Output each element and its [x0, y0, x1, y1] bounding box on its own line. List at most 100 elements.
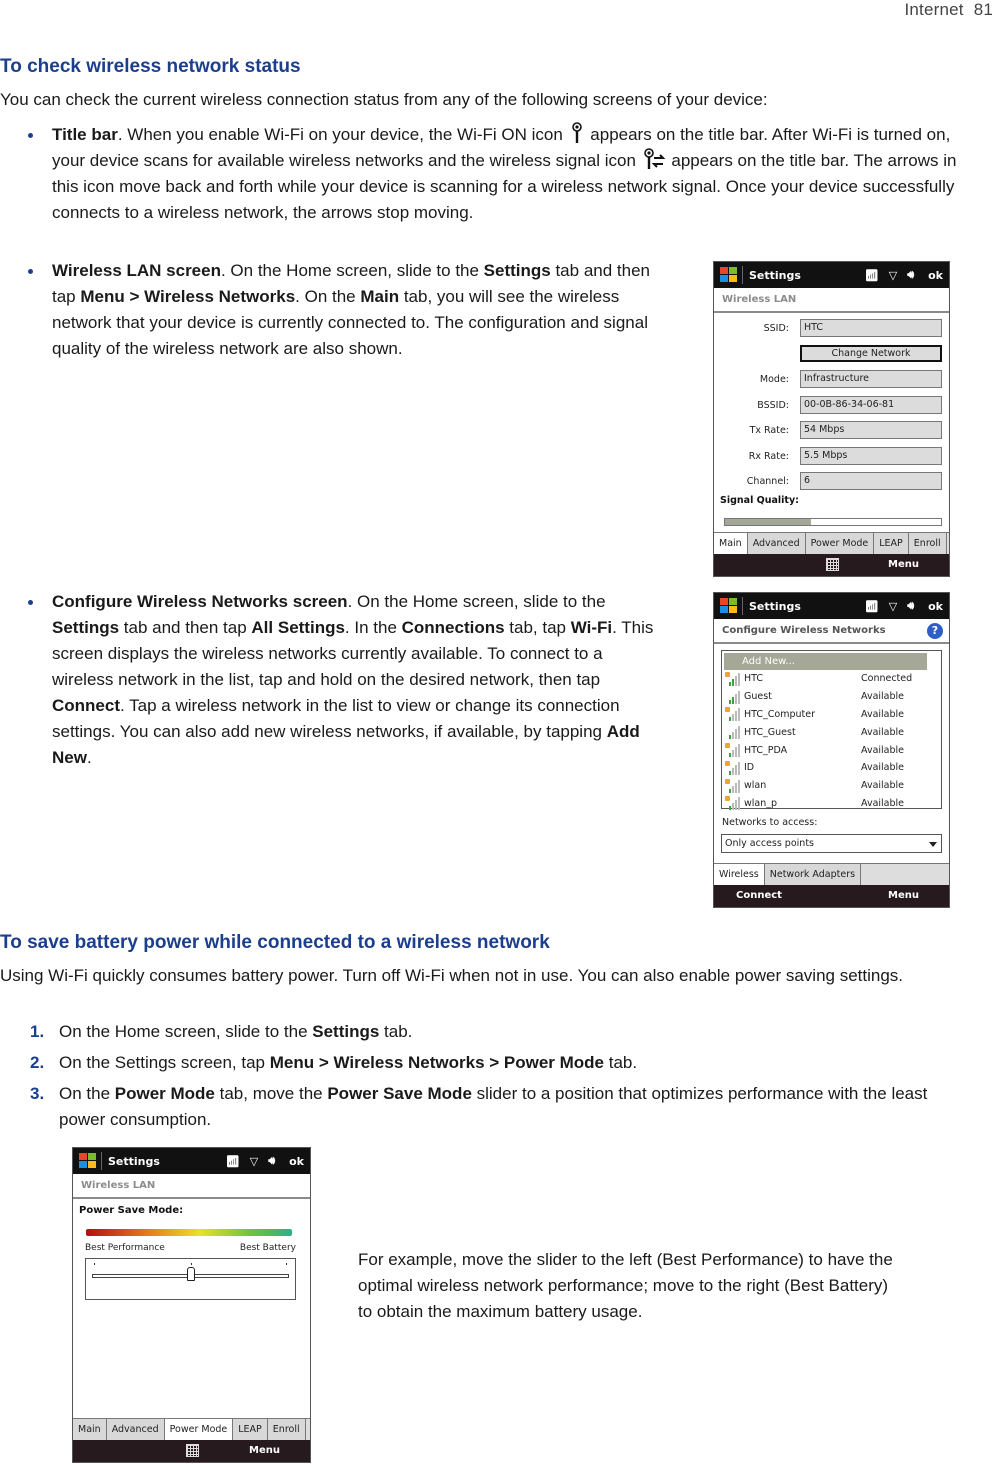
field-value[interactable]: 54 Mbps	[800, 421, 942, 439]
bullet-text: . In the	[344, 618, 402, 637]
step-number: 1.	[30, 1022, 45, 1041]
menu-softkey[interactable]: Menu	[888, 559, 919, 570]
network-row[interactable]: Guest Available	[722, 688, 941, 706]
bullet-bold: All Settings	[251, 618, 345, 637]
signal-strength-icon	[725, 690, 741, 704]
volume-icon[interactable]: 🔊︎	[907, 599, 914, 613]
network-row[interactable]: HTC_PDA Available	[722, 741, 941, 759]
power-save-slider[interactable]	[85, 1258, 296, 1300]
tab-advanced[interactable]: Advanced	[106, 1419, 165, 1440]
field-value[interactable]: 00-0B-86-34-06-81	[800, 396, 942, 414]
ok-button[interactable]: ok	[289, 1155, 304, 1168]
tab-main[interactable]: Main	[714, 533, 748, 554]
best-performance-label: Best Performance	[85, 1243, 165, 1253]
bullet-text: . On the Home screen, slide to the	[220, 261, 484, 280]
connect-softkey[interactable]: Connect	[736, 890, 782, 901]
network-row[interactable]: HTC_Computer Available	[722, 706, 941, 724]
step-number: 2.	[30, 1053, 45, 1072]
field-label: BSSID:	[757, 399, 789, 411]
title-bar: Settings 📶︎ ▽ 🔊︎ ok	[714, 593, 949, 619]
tab-strip-filler	[946, 533, 949, 554]
bullet-bold: Wi-Fi	[570, 618, 613, 637]
windows-start-icon[interactable]	[79, 1153, 97, 1169]
field-rx-rate: Rx Rate: 5.5 Mbps	[714, 447, 949, 465]
field-value[interactable]: 5.5 Mbps	[800, 447, 942, 465]
windows-start-icon[interactable]	[720, 267, 738, 283]
field-value[interactable]: Infrastructure	[800, 370, 942, 388]
tab-advanced[interactable]: Advanced	[747, 533, 806, 554]
network-row[interactable]: HTC_Guest Available	[722, 723, 941, 741]
slider-tick	[94, 1263, 95, 1265]
tab-wireless[interactable]: Wireless	[714, 864, 765, 885]
ok-button[interactable]: ok	[928, 269, 943, 282]
field-value[interactable]: HTC	[800, 319, 942, 337]
cwn-screenshot: Settings 📶︎ ▽ 🔊︎ ok Configure Wireless N…	[713, 592, 950, 908]
lock-icon	[725, 796, 730, 802]
volume-icon[interactable]: 🔊︎	[907, 268, 914, 282]
field-value[interactable]: 6	[800, 472, 942, 490]
windows-start-icon[interactable]	[720, 598, 738, 614]
section-intro-battery: Using Wi-Fi quickly consumes battery pow…	[0, 966, 904, 985]
network-row[interactable]: wlan Available	[722, 777, 941, 795]
section-heading-status: To check wireless network status	[0, 56, 301, 77]
tab-main[interactable]: Main	[73, 1419, 107, 1440]
page-number: 81	[973, 0, 993, 19]
keyboard-icon[interactable]	[185, 1444, 199, 1457]
bullet-text: . On the	[295, 287, 361, 306]
slider-end-labels: Best Performance Best Battery	[85, 1243, 296, 1253]
network-status: Connected	[861, 673, 913, 685]
step-bold: Menu > Wireless Networks > Power Mode	[269, 1053, 605, 1072]
add-new-item[interactable]: Add New...	[724, 653, 927, 670]
signal-quality-bar	[724, 518, 942, 526]
field-label: Channel:	[746, 475, 789, 487]
wifi-scan-icon[interactable]: 📶︎	[865, 600, 879, 613]
network-name: HTC	[744, 673, 764, 685]
network-row[interactable]: ID Available	[722, 759, 941, 777]
wlan-screenshot: Settings 📶︎ ▽ 🔊︎ ok Wireless LAN SSID: H…	[713, 261, 950, 577]
menu-softkey[interactable]: Menu	[888, 890, 919, 901]
wifi-on-icon	[571, 122, 582, 143]
tab-strip: Main Advanced Power Mode LEAP Enroll	[73, 1418, 310, 1440]
tab-leap[interactable]: LEAP	[874, 533, 909, 554]
field-ssid: SSID: HTC	[714, 319, 949, 337]
step-3: 3. On the Power Mode tab, move the Power…	[30, 1081, 950, 1133]
title-bar: Settings 📶︎ ▽ 🔊︎ ok	[714, 262, 949, 288]
bullet-bold: Menu > Wireless Networks	[80, 287, 296, 306]
network-row[interactable]: HTC Connected	[722, 670, 941, 688]
ok-button[interactable]: ok	[928, 600, 943, 613]
tab-strip: Wireless Network Adapters	[714, 863, 949, 885]
app-title: Settings	[749, 599, 801, 613]
bullet-dot	[28, 600, 33, 605]
app-title: Settings	[108, 1154, 160, 1168]
tab-power-mode[interactable]: Power Mode	[805, 533, 875, 554]
keyboard-icon[interactable]	[825, 558, 839, 571]
signal-icon[interactable]: ▽	[250, 1155, 258, 1168]
lock-icon	[725, 760, 730, 766]
wifi-scan-icon[interactable]: 📶︎	[226, 1155, 240, 1168]
wifi-scan-icon[interactable]: 📶︎	[865, 269, 879, 282]
bullet-dot	[28, 133, 33, 138]
step-text: tab.	[379, 1022, 413, 1041]
tab-leap[interactable]: LEAP	[233, 1419, 268, 1440]
volume-icon[interactable]: 🔊︎	[268, 1154, 275, 1168]
field-tx-rate: Tx Rate: 54 Mbps	[714, 421, 949, 439]
section-heading-battery: To save battery power while connected to…	[0, 932, 550, 953]
tab-enroll[interactable]: Enroll	[267, 1419, 306, 1440]
slider-thumb[interactable]	[186, 1267, 195, 1281]
help-icon[interactable]: ?	[927, 623, 943, 639]
bullet-cwn-screen: Configure Wireless Networks screen. On t…	[28, 589, 658, 771]
networks-to-access-dropdown[interactable]: Only access points	[721, 834, 942, 853]
signal-icon[interactable]: ▽	[889, 269, 897, 282]
tab-network-adapters[interactable]: Network Adapters	[764, 864, 862, 885]
step-bold: Settings	[312, 1022, 380, 1041]
menu-softkey[interactable]: Menu	[249, 1445, 280, 1456]
bullet-bold: Settings	[52, 618, 120, 637]
signal-icon[interactable]: ▽	[889, 600, 897, 613]
network-status: Available	[861, 744, 905, 756]
tab-power-mode[interactable]: Power Mode	[164, 1419, 234, 1440]
network-row[interactable]: wlan_p Available	[722, 795, 941, 813]
change-network-button[interactable]: Change Network	[800, 345, 942, 362]
step-text: tab, move the	[214, 1084, 328, 1103]
tab-enroll[interactable]: Enroll	[908, 533, 947, 554]
step-1: 1. On the Home screen, slide to the Sett…	[30, 1019, 412, 1045]
